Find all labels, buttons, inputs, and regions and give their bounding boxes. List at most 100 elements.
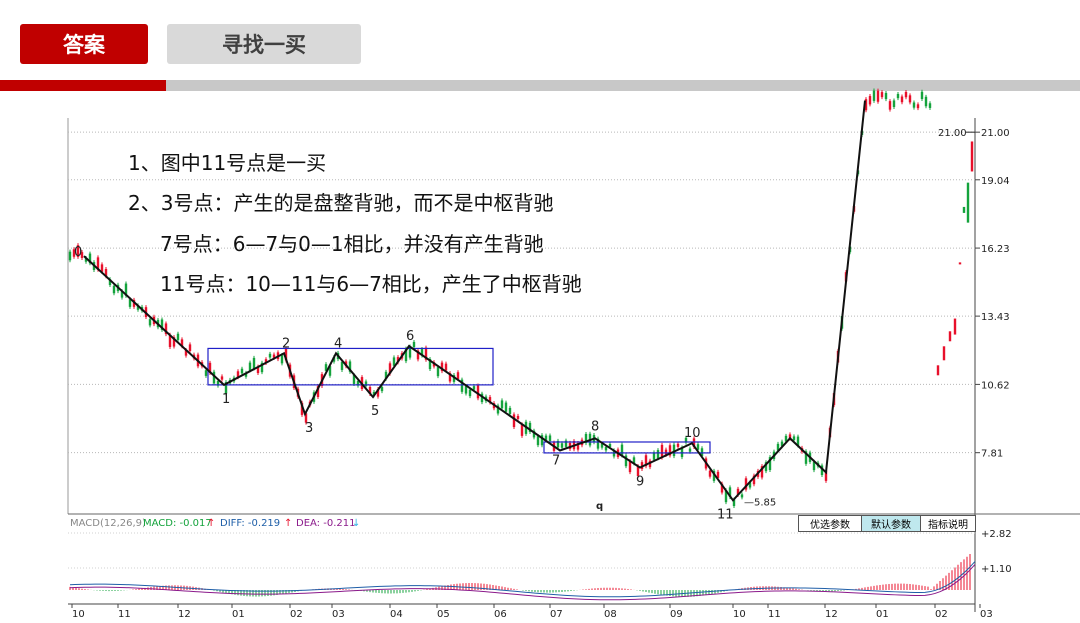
time-tick-label: 01	[232, 609, 245, 620]
macd-legend-item: ↑	[284, 518, 292, 529]
macd-legend-item: MACD: -0.017	[143, 518, 212, 529]
macd-legend-item: DEA: -0.211	[296, 518, 355, 529]
time-tick-label: 11	[118, 609, 131, 620]
cursor-marker: q	[596, 501, 603, 512]
time-tick-label: 05	[437, 609, 450, 620]
candle-body	[112, 285, 116, 294]
note-line-4: 11号点：10—11与6—7相比，产生了中枢背驰	[160, 272, 582, 296]
stroke-point-label: 8	[591, 419, 599, 434]
candle-body	[920, 91, 924, 99]
candle-body	[500, 400, 504, 409]
note-line-3: 7号点：6—7与0—1相比，并没有产生背驰	[160, 232, 544, 256]
candle-body	[148, 319, 152, 326]
candle-body	[220, 376, 224, 380]
macd-legend-item: DIFF: -0.219	[220, 518, 280, 529]
candle-body	[472, 386, 476, 390]
time-tick-label: 12	[825, 609, 838, 620]
candle-body	[604, 446, 608, 451]
candle-body	[476, 385, 480, 399]
stroke-point-label: 6	[406, 329, 414, 344]
candle-body	[628, 461, 632, 473]
candle-body	[912, 102, 916, 108]
stroke-point-label: 2	[282, 336, 290, 351]
macd-legend-item: ↓	[352, 518, 360, 529]
candle-body	[888, 101, 892, 110]
candle-body	[953, 318, 957, 335]
diff-line	[69, 561, 976, 598]
stroke-point-label: 3	[305, 421, 313, 436]
stroke-point-label: 10	[684, 426, 701, 441]
candle-body	[872, 90, 876, 101]
candle-body	[240, 368, 244, 374]
stroke-point-label: 7	[552, 453, 560, 468]
default-params-button[interactable]: 默认参数	[861, 515, 921, 532]
price-tick-label: 16.23	[981, 244, 1010, 255]
candle-body	[928, 103, 932, 108]
macd-histogram	[69, 554, 971, 597]
stroke-point-label: 11	[717, 507, 734, 522]
candle-body	[792, 436, 796, 441]
time-tick-label: 04	[390, 609, 403, 620]
candle-body	[516, 415, 520, 419]
candle-body	[942, 346, 946, 361]
stroke-point-label: 0	[74, 245, 82, 260]
candle-body	[740, 494, 744, 498]
macd-legend-item: MACD(12,26,9)	[70, 518, 146, 529]
candle-body	[268, 353, 272, 358]
low-price-annotation: —5.85	[744, 497, 776, 508]
time-tick-label: 02	[290, 609, 303, 620]
time-tick-label: 02	[935, 609, 948, 620]
candle-body	[656, 450, 660, 459]
price-tick-label: 13.43	[981, 312, 1010, 323]
candle-body	[876, 90, 880, 102]
candle-body	[900, 96, 904, 103]
note-line-2: 2、3号点：产生的是盘整背驰，而不是中枢背驰	[128, 191, 554, 215]
time-tick-label: 10	[733, 609, 746, 620]
candle-body	[936, 365, 940, 376]
candle-body	[868, 96, 872, 105]
stroke-point-label: 5	[371, 404, 379, 419]
indicator-help-button[interactable]: 指标说明	[920, 515, 976, 532]
price-tick-label: 21.00	[981, 128, 1010, 139]
candle-body	[340, 361, 344, 370]
time-tick-label: 03	[332, 609, 345, 620]
candle-body	[548, 435, 552, 442]
candle-body	[560, 443, 564, 448]
macd-tick-label: +2.82	[981, 529, 1012, 540]
time-tick-label: 07	[550, 609, 563, 620]
candle-body	[970, 141, 974, 172]
stroke-point-label: 4	[334, 336, 342, 351]
candle-body	[536, 436, 540, 446]
candle-body	[966, 182, 970, 223]
candle-body	[884, 92, 888, 100]
candle-body	[908, 95, 912, 103]
time-tick-label: 11	[768, 609, 781, 620]
candle-body	[948, 331, 952, 342]
dea-line	[69, 564, 976, 601]
candle-body	[892, 100, 896, 107]
price-tick-label: 7.81	[981, 449, 1003, 460]
candle-body	[512, 414, 516, 428]
candle-body	[520, 424, 524, 436]
candle-body	[444, 363, 448, 371]
stroke-point-label: 1	[222, 392, 230, 407]
note-line-1: 1、图中11号点是一买	[128, 151, 327, 175]
candle-body	[188, 344, 192, 351]
candle-body	[708, 470, 712, 477]
time-tick-label: 01	[876, 609, 889, 620]
optimal-params-button[interactable]: 优选参数	[798, 515, 862, 532]
macd-legend-item: ↑	[207, 518, 215, 529]
time-tick-label: 06	[494, 609, 507, 620]
candle-body	[620, 444, 624, 456]
candle-body	[676, 443, 680, 447]
time-tick-label: 09	[670, 609, 683, 620]
candle-body	[924, 96, 928, 107]
candle-body	[688, 448, 692, 452]
macd-legend: MACD(12,26,9)MACD: -0.017↑ DIFF: -0.219 ↑ D…	[70, 518, 360, 529]
candle-body	[68, 251, 72, 261]
time-tick-label: 03	[980, 609, 993, 620]
time-tick-label: 08	[604, 609, 617, 620]
candle-body	[248, 362, 252, 371]
candle-body	[380, 387, 384, 392]
candle-body	[962, 206, 966, 213]
